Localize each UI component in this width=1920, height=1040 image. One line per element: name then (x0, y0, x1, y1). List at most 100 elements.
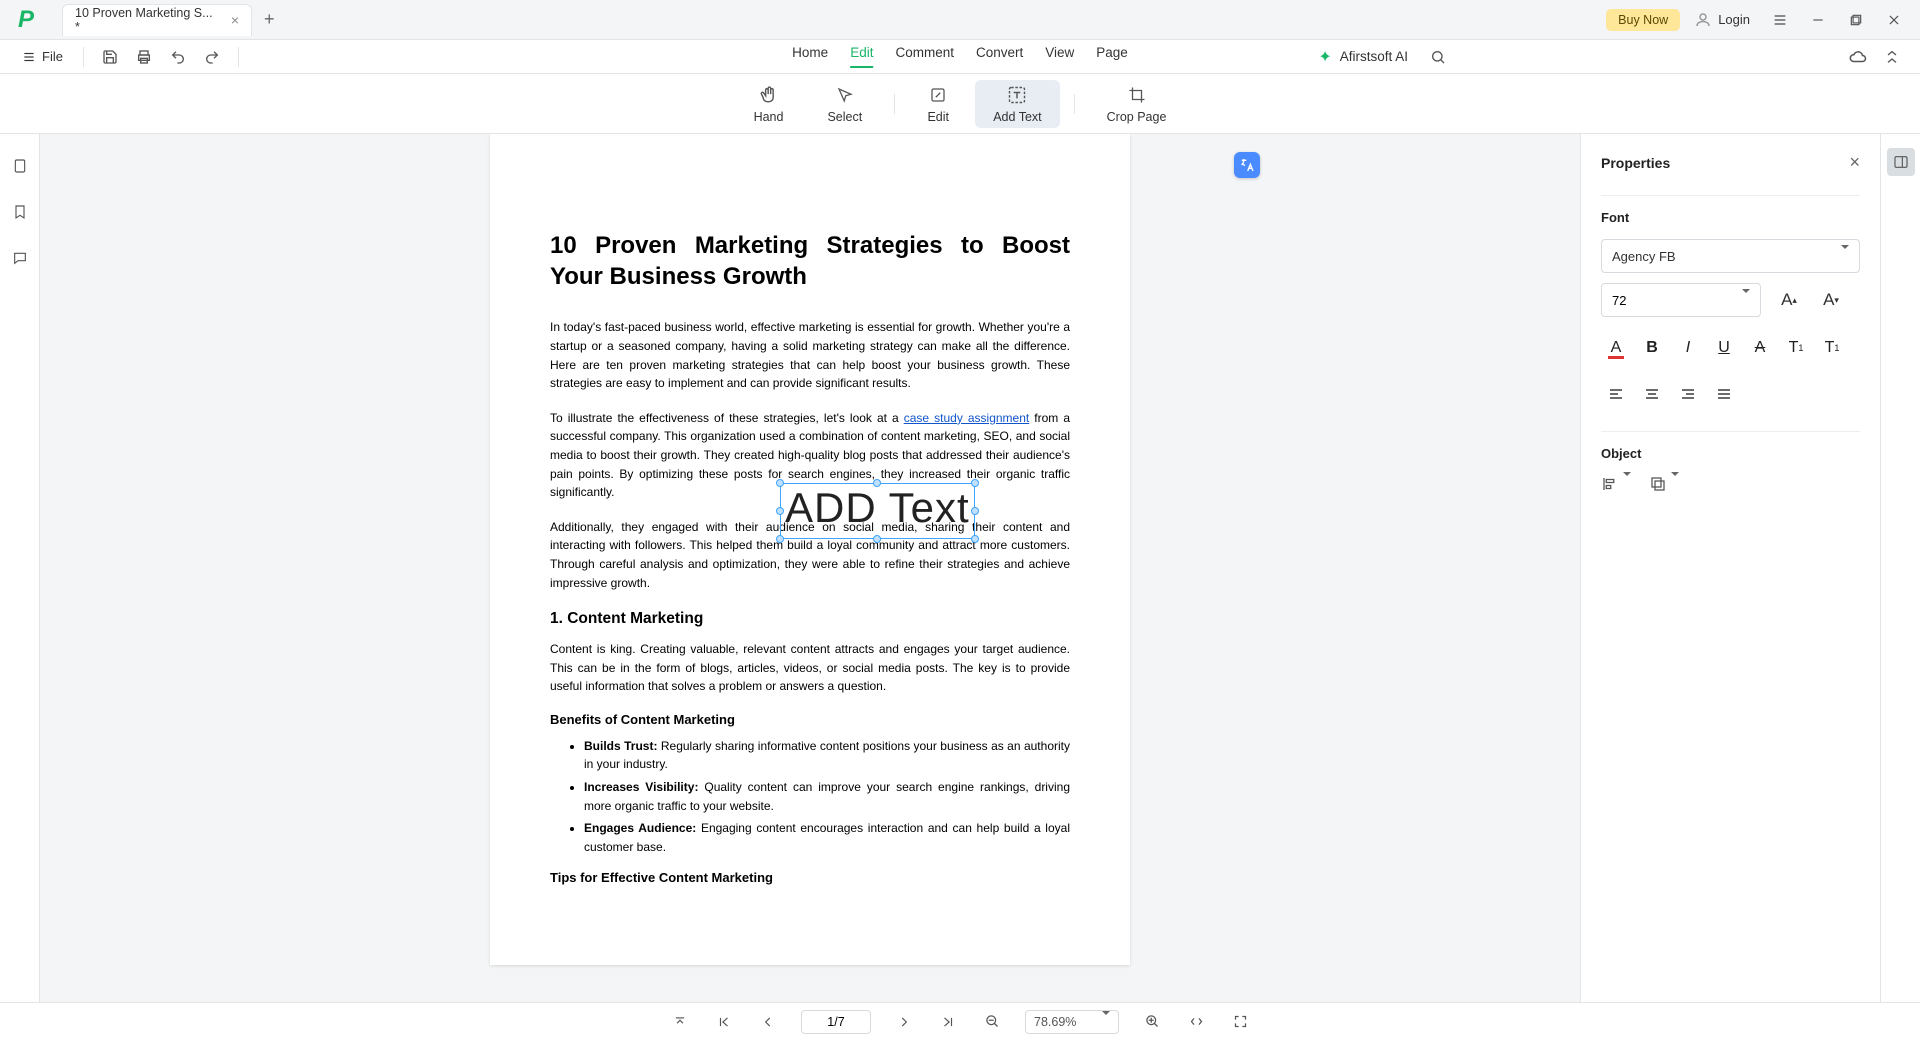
increase-font-button[interactable]: A▴ (1775, 286, 1803, 314)
close-tab-icon[interactable]: × (231, 12, 239, 28)
main-area: 10 Proven Marketing Strategies to Boost … (0, 134, 1920, 1002)
cloud-button[interactable] (1844, 43, 1872, 71)
page-number-input[interactable] (801, 1010, 871, 1034)
fit-width-button[interactable] (1185, 1011, 1207, 1033)
zoom-out-button[interactable] (981, 1011, 1003, 1033)
translate-badge[interactable] (1234, 152, 1260, 178)
prev-page-button[interactable] (757, 1011, 779, 1033)
tool-add-text-label: Add Text (993, 110, 1041, 124)
added-text-selection[interactable]: ADD Text (780, 483, 975, 539)
save-button[interactable] (96, 43, 124, 71)
tool-select[interactable]: Select (809, 80, 880, 128)
font-size-select[interactable]: 72 (1601, 283, 1761, 317)
ai-label: Afirstsoft AI (1340, 49, 1408, 64)
cloud-icon (1849, 48, 1867, 66)
hand-icon (758, 84, 780, 106)
thumbnails-icon (12, 158, 28, 174)
align-justify-button[interactable] (1709, 379, 1739, 409)
tool-edit[interactable]: Edit (909, 80, 967, 128)
object-align-button[interactable] (1601, 475, 1631, 493)
strikethrough-button[interactable]: A (1745, 333, 1775, 363)
collapse-ribbon-button[interactable] (1878, 43, 1906, 71)
resize-handle[interactable] (776, 535, 784, 543)
align-center-button[interactable] (1637, 379, 1667, 409)
first-page-button[interactable] (713, 1011, 735, 1033)
resize-handle[interactable] (971, 535, 979, 543)
tab-view[interactable]: View (1045, 45, 1074, 68)
align-left-button[interactable] (1601, 379, 1631, 409)
resize-handle[interactable] (971, 507, 979, 515)
thumbnails-button[interactable] (6, 152, 34, 180)
divider (238, 47, 239, 67)
underline-button[interactable]: U (1709, 333, 1739, 363)
bookmark-icon (12, 204, 28, 220)
bold-button[interactable]: B (1637, 333, 1667, 363)
minimize-button[interactable] (1806, 8, 1830, 32)
close-properties-button[interactable]: × (1849, 152, 1860, 173)
last-page-button[interactable] (937, 1011, 959, 1033)
tool-crop-page[interactable]: Crop Page (1089, 80, 1185, 128)
login-button[interactable]: Login (1694, 11, 1750, 29)
doc-heading: 1. Content Marketing (550, 610, 1070, 628)
menu-row: File Home Edit Comment Convert View Page… (0, 40, 1920, 74)
ai-assistant-button[interactable]: ✦ Afirstsoft AI (1318, 47, 1408, 67)
document-tab[interactable]: 10 Proven Marketing S... * × (62, 4, 252, 36)
align-right-button[interactable] (1673, 379, 1703, 409)
collapse-icon (1884, 49, 1900, 65)
undo-icon (170, 49, 186, 65)
list-item: Builds Trust: Regularly sharing informat… (584, 737, 1070, 774)
divider (894, 94, 895, 114)
chevron-down-icon (1841, 249, 1849, 264)
hamburger-menu-icon[interactable] (1768, 8, 1792, 32)
font-family-select[interactable]: Agency FB (1601, 239, 1860, 273)
bookmarks-button[interactable] (6, 198, 34, 226)
print-button[interactable] (130, 43, 158, 71)
chevron-down-icon (1102, 1015, 1110, 1029)
crop-icon (1126, 84, 1148, 106)
italic-button[interactable]: I (1673, 333, 1703, 363)
last-page-icon (941, 1015, 955, 1029)
search-button[interactable] (1424, 43, 1452, 71)
file-menu-button[interactable]: File (14, 45, 71, 68)
comments-button[interactable] (6, 244, 34, 272)
tool-hand[interactable]: Hand (736, 80, 802, 128)
document-canvas[interactable]: 10 Proven Marketing Strategies to Boost … (40, 134, 1580, 1002)
added-text-content[interactable]: ADD Text (785, 484, 970, 532)
tab-page[interactable]: Page (1096, 45, 1128, 68)
subscript-button[interactable]: T1 (1817, 333, 1847, 363)
toggle-properties-button[interactable] (1887, 148, 1915, 176)
titlebar: P 10 Proven Marketing S... * × + Buy Now… (0, 0, 1920, 40)
document-page: 10 Proven Marketing Strategies to Boost … (490, 134, 1130, 965)
next-page-button[interactable] (893, 1011, 915, 1033)
resize-handle[interactable] (776, 507, 784, 515)
tab-title: 10 Proven Marketing S... * (75, 6, 221, 34)
ribbon-toolbar: Hand Select Edit Add Text Crop Page (0, 74, 1920, 134)
scroll-top-button[interactable] (669, 1011, 691, 1033)
close-window-button[interactable] (1882, 8, 1906, 32)
tab-convert[interactable]: Convert (976, 45, 1023, 68)
zoom-in-button[interactable] (1141, 1011, 1163, 1033)
decrease-font-button[interactable]: A▾ (1817, 286, 1845, 314)
undo-button[interactable] (164, 43, 192, 71)
buy-now-button[interactable]: Buy Now (1606, 9, 1680, 31)
font-color-button[interactable]: A (1601, 333, 1631, 363)
new-tab-button[interactable]: + (264, 9, 275, 30)
tab-home[interactable]: Home (792, 45, 828, 68)
zoom-select[interactable]: 78.69% (1025, 1010, 1119, 1034)
superscript-button[interactable]: T1 (1781, 333, 1811, 363)
doc-paragraph: In today's fast-paced business world, ef… (550, 318, 1070, 392)
resize-handle[interactable] (971, 479, 979, 487)
comment-icon (12, 250, 28, 266)
redo-button[interactable] (198, 43, 226, 71)
tab-comment[interactable]: Comment (895, 45, 954, 68)
fit-page-icon (1233, 1014, 1248, 1029)
tool-add-text[interactable]: Add Text (975, 80, 1059, 128)
fit-page-button[interactable] (1229, 1011, 1251, 1033)
divider (83, 47, 84, 67)
restore-button[interactable] (1844, 8, 1868, 32)
object-arrange-button[interactable] (1649, 475, 1679, 493)
case-study-link[interactable]: case study assignment (904, 411, 1030, 425)
resize-handle[interactable] (776, 479, 784, 487)
tab-edit[interactable]: Edit (850, 45, 873, 68)
main-menu-tabs: Home Edit Comment Convert View Page (792, 45, 1128, 68)
